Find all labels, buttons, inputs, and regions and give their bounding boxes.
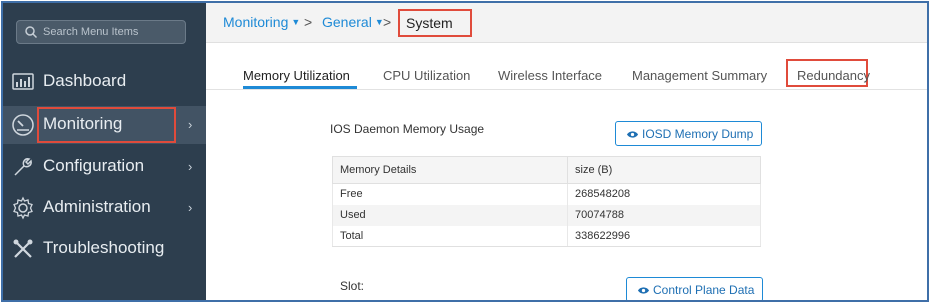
search-input[interactable]: Search Menu Items [16, 20, 186, 44]
caret-down-icon: ▼ [291, 17, 301, 27]
breadcrumb-current-highlight: System [398, 9, 472, 37]
tab-wireless-interface[interactable]: Wireless Interface [498, 68, 602, 83]
sidebar-item-dashboard[interactable]: Dashboard [3, 63, 206, 101]
breadcrumb: Monitoring ▼ > General ▼ > System [206, 3, 927, 43]
sidebar-item-label: Configuration [43, 156, 145, 175]
redundancy-highlight-box: Redundancy [786, 59, 870, 87]
sidebar-item-administration[interactable]: Administration › [3, 189, 206, 227]
configuration-icon [14, 158, 32, 176]
dashboard-icon [12, 73, 34, 90]
iosd-memory-dump-button[interactable]: IOSD Memory Dump [615, 121, 762, 146]
sidebar: Search Menu Items Dashboard Monitoring › [3, 3, 206, 300]
monitoring-highlight-box [37, 107, 176, 143]
chevron-right-icon: › [188, 117, 193, 132]
tab-management-summary[interactable]: Management Summary [632, 68, 767, 83]
table-row: Used 70074788 [332, 204, 761, 226]
sidebar-item-label: Administration [43, 197, 151, 216]
memory-table: Memory Details size (B) Free 268548208 U… [332, 156, 761, 247]
table-cell: 268548208 [567, 183, 761, 205]
control-plane-data-button[interactable]: Control Plane Data [626, 277, 763, 300]
sidebar-item-troubleshooting[interactable]: Troubleshooting [3, 230, 206, 268]
tab-bar: Memory Utilization CPU Utilization Wirel… [206, 43, 927, 93]
eye-icon [637, 287, 650, 294]
search-placeholder: Search Menu Items [43, 26, 139, 38]
table-cell: 338622996 [567, 225, 761, 247]
breadcrumb-general[interactable]: General ▼ [322, 14, 384, 30]
eye-icon [626, 131, 639, 138]
tab-redundancy[interactable]: Redundancy [797, 68, 870, 83]
tab-divider [206, 89, 927, 90]
table-cell: Free [332, 183, 568, 205]
breadcrumb-separator: > [383, 14, 392, 30]
chevron-right-icon: › [188, 159, 193, 174]
tab-memory-utilization[interactable]: Memory Utilization [243, 68, 350, 83]
search-icon [25, 26, 38, 39]
table-cell: Total [332, 225, 568, 247]
breadcrumb-current: System [406, 15, 453, 31]
sidebar-item-configuration[interactable]: Configuration › [3, 148, 206, 186]
table-row: Free 268548208 [332, 183, 761, 205]
tab-cpu-utilization[interactable]: CPU Utilization [383, 68, 470, 83]
ios-daemon-memory-label: IOS Daemon Memory Usage [330, 122, 485, 136]
column-header[interactable]: Memory Details [332, 156, 568, 184]
breadcrumb-monitoring[interactable]: Monitoring ▼ [223, 14, 300, 30]
iosd-memory-dump-label: IOSD Memory Dump [642, 127, 754, 141]
table-row: Total 338622996 [332, 225, 761, 247]
monitoring-icon [12, 114, 34, 136]
table-cell: Used [332, 204, 568, 226]
sidebar-item-label: Dashboard [43, 71, 127, 90]
table-cell: 70074788 [567, 204, 761, 226]
troubleshooting-icon [13, 239, 33, 258]
column-header[interactable]: size (B) [567, 156, 761, 184]
administration-icon [13, 196, 33, 220]
control-plane-data-label: Control Plane Data [653, 283, 755, 297]
breadcrumb-separator: > [304, 14, 313, 30]
chevron-right-icon: › [188, 200, 193, 215]
table-header-row: Memory Details size (B) [332, 156, 761, 184]
slot-label: Slot: [340, 279, 365, 293]
app-window: Search Menu Items Dashboard Monitoring › [1, 1, 929, 302]
sidebar-item-label: Troubleshooting [43, 238, 165, 257]
